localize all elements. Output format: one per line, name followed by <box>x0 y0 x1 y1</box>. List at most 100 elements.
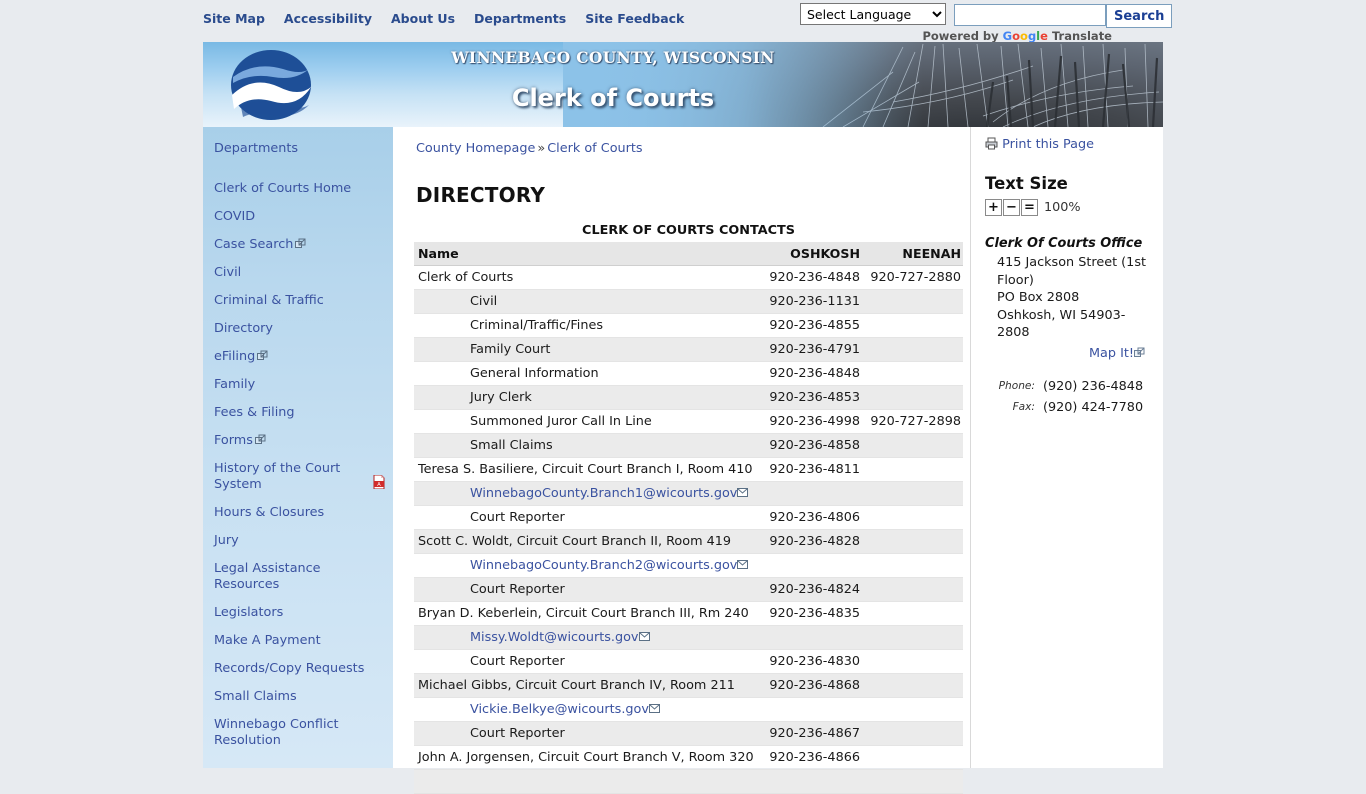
row-neenah-phone <box>862 625 963 650</box>
text-size-reset-button[interactable]: = <box>1021 199 1038 216</box>
map-it-link[interactable]: Map It! <box>1089 346 1134 361</box>
row-neenah-phone: 920-727-2898 <box>862 409 963 434</box>
text-size-decrease-button[interactable]: − <box>1003 199 1020 216</box>
sidebar-item-directory[interactable]: Directory <box>203 315 393 343</box>
table-row: Jury Clerk 920-236-4853 <box>414 385 963 410</box>
sidebar-item-jury[interactable]: Jury <box>203 527 393 555</box>
county-logo <box>225 47 317 123</box>
email-link[interactable]: Vickie.Belkye@wicourts.gov <box>470 702 649 717</box>
breadcrumb-home-link[interactable]: County Homepage <box>416 141 535 156</box>
sidebar-item-small-claims[interactable]: Small Claims <box>203 683 393 711</box>
sidebar-item-label: Criminal & Traffic <box>214 293 324 308</box>
row-neenah-phone <box>862 529 963 554</box>
table-row: Civil 920-236-1131 <box>414 289 963 314</box>
print-this-page-link[interactable]: Print this Page <box>1002 137 1094 152</box>
language-select[interactable]: Select Language <box>800 3 946 25</box>
topnav-link-about-us[interactable]: About Us <box>391 11 455 26</box>
email-link[interactable]: WinnebagoCounty.Branch2@wicourts.gov <box>470 558 737 573</box>
svg-text:A: A <box>377 482 381 488</box>
topnav-link-departments[interactable]: Departments <box>474 11 566 26</box>
column-header-name: Name <box>414 242 761 266</box>
contact-table: Phone: (920) 236-4848 Fax: (920) 424-778… <box>983 375 1161 419</box>
row-email[interactable]: Vickie.Belkye@wicourts.gov <box>414 697 761 722</box>
row-email[interactable]: WinnebagoCounty.Branch1@wicourts.gov <box>414 481 761 506</box>
table-row: Missy.Woldt@wicourts.gov <box>414 625 963 650</box>
table-row: Criminal/Traffic/Fines 920-236-4855 <box>414 313 963 338</box>
table-row: Court Reporter 920-236-4824 <box>414 577 963 602</box>
row-name-indented: Court Reporter <box>414 649 761 674</box>
translate-and-search: Select Language Search Powered by Google… <box>800 3 1173 43</box>
sidebar-item-records-copy-requests[interactable]: Records/Copy Requests <box>203 655 393 683</box>
table-row: Scott C. Woldt, Circuit Court Branch II,… <box>414 529 963 554</box>
sidebar-item-fees-and-filing[interactable]: Fees & Filing <box>203 399 393 427</box>
external-link-icon <box>295 237 306 252</box>
text-size-increase-button[interactable]: + <box>985 199 1002 216</box>
row-oshkosh-phone: 920-236-4855 <box>761 313 862 338</box>
map-it[interactable]: Map It! <box>983 346 1145 361</box>
banner-department-name: Clerk of Courts <box>511 84 715 112</box>
sidebar-item-forms[interactable]: Forms <box>203 427 393 455</box>
row-email[interactable] <box>414 769 761 794</box>
table-row: Court Reporter 920-236-4867 <box>414 721 963 746</box>
sidebar-item-covid[interactable]: COVID <box>203 203 393 231</box>
sidebar-item-departments[interactable]: Departments <box>203 135 393 163</box>
email-icon <box>737 486 749 501</box>
sidebar-item-case-search[interactable]: Case Search <box>203 231 393 259</box>
print-this-page[interactable]: Print this Page <box>985 137 1153 152</box>
sidebar-item-criminal-and-traffic[interactable]: Criminal & Traffic <box>203 287 393 315</box>
topnav-link-site-map[interactable]: Site Map <box>203 11 265 26</box>
email-link[interactable]: WinnebagoCounty.Branch1@wicourts.gov <box>470 486 737 501</box>
top-navigation: Site Map Accessibility About Us Departments… <box>203 11 684 26</box>
sidebar-item-family[interactable]: Family <box>203 371 393 399</box>
search-button[interactable]: Search <box>1106 4 1173 28</box>
sidebar-item-label: Winnebago Conflict Resolution <box>214 717 339 748</box>
row-name: Bryan D. Keberlein, Circuit Court Branch… <box>414 601 761 626</box>
email-icon <box>648 702 660 717</box>
breadcrumb-current-link[interactable]: Clerk of Courts <box>547 141 642 156</box>
page-title: DIRECTORY <box>416 183 546 207</box>
text-size-controls: + − = 100% <box>985 199 1153 216</box>
table-row: Small Claims 920-236-4858 <box>414 433 963 458</box>
page-body: Departments Clerk of Courts Home COVID Case… <box>203 127 1163 794</box>
row-oshkosh-phone: 920-236-4811 <box>761 457 862 482</box>
sidebar-item-hours-and-closures[interactable]: Hours & Closures <box>203 499 393 527</box>
row-neenah-phone <box>862 337 963 362</box>
top-utility-bar: Site Map Accessibility About Us Departments… <box>0 0 1366 43</box>
table-row: Summoned Juror Call In Line 920-236-4998 9… <box>414 409 963 434</box>
row-name: Michael Gibbs, Circuit Court Branch IV, … <box>414 673 761 698</box>
sidebar-item-make-a-payment[interactable]: Make A Payment <box>203 627 393 655</box>
sidebar-item-legal-assistance-resources[interactable]: Legal Assistance Resources <box>203 555 393 599</box>
breadcrumb-separator: » <box>537 141 546 156</box>
sidebar-item-winnebago-conflict-resolution[interactable]: Winnebago Conflict Resolution <box>203 711 393 755</box>
row-oshkosh-phone: 920-236-1131 <box>761 289 862 314</box>
directory-table: CLERK OF COURTS CONTACTS Name OSHKOSH NE… <box>414 223 963 794</box>
row-name-indented: Jury Clerk <box>414 385 761 410</box>
fax-row: Fax: (920) 424-7780 <box>985 398 1159 417</box>
translate-word: Translate <box>1047 29 1112 43</box>
table-header-row: Name OSHKOSH NEENAH <box>414 242 963 266</box>
sidebar-item-label: Clerk of Courts Home <box>214 181 352 196</box>
email-link[interactable]: Missy.Woldt@wicourts.gov <box>470 630 639 645</box>
row-name-indented: Family Court <box>414 337 761 362</box>
fax-label: Fax: <box>1012 401 1035 413</box>
search-input[interactable] <box>954 4 1106 26</box>
topnav-link-accessibility[interactable]: Accessibility <box>284 11 372 26</box>
row-email[interactable]: Missy.Woldt@wicourts.gov <box>414 625 761 650</box>
powered-by-google-translate: Powered by Google Translate <box>800 29 1112 43</box>
text-size-heading: Text Size <box>985 174 1068 193</box>
row-name-indented: Criminal/Traffic/Fines <box>414 313 761 338</box>
external-link-icon <box>254 433 266 448</box>
phone-row: Phone: (920) 236-4848 <box>985 377 1159 396</box>
sidebar-item-efiling[interactable]: eFiling <box>203 343 393 371</box>
google-letter-o2: o <box>1020 29 1028 43</box>
sidebar-item-legislators[interactable]: Legislators <box>203 599 393 627</box>
table-row: Court Reporter 920-236-4830 <box>414 649 963 674</box>
row-email[interactable]: WinnebagoCounty.Branch2@wicourts.gov <box>414 553 761 578</box>
row-oshkosh-phone: 920-236-4848 <box>761 265 862 290</box>
row-oshkosh-phone: 920-236-4868 <box>761 673 862 698</box>
row-oshkosh-phone: 920-236-4828 <box>761 529 862 554</box>
sidebar-item-clerk-of-courts-home[interactable]: Clerk of Courts Home <box>203 175 393 203</box>
sidebar-item-history-of-the-court-system[interactable]: History of the Court System A <box>203 455 393 499</box>
topnav-link-site-feedback[interactable]: Site Feedback <box>585 11 684 26</box>
sidebar-item-civil[interactable]: Civil <box>203 259 393 287</box>
